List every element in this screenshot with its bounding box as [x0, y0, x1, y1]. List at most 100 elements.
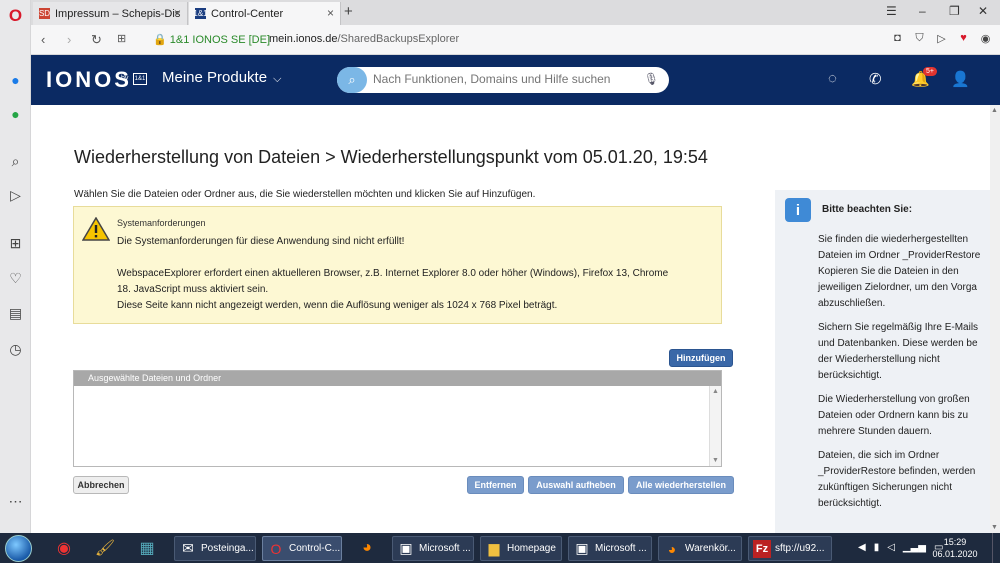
minimize-icon[interactable]: –	[919, 4, 926, 18]
history-clock-icon[interactable]: ◷	[6, 340, 25, 359]
heart-icon[interactable]: ♥	[957, 32, 970, 45]
restore-icon[interactable]: ❐	[949, 4, 960, 18]
back-icon[interactable]: ‹	[41, 32, 45, 47]
tabs-grid-icon[interactable]: ⊞	[117, 32, 126, 45]
info-line: Sie finden die wiederhergestellten	[818, 234, 969, 245]
firefox-app-icon: ◕	[667, 540, 677, 557]
speed-dial-icon[interactable]: ⊞	[6, 234, 25, 253]
taskbar-app-microsoft-1[interactable]: ▣ Microsoft ...	[392, 536, 474, 561]
cancel-button[interactable]: Abbrechen	[73, 476, 129, 494]
close-tab-icon[interactable]: ×	[327, 6, 334, 20]
info-line: zukünftigen Sicherungen nicht	[818, 482, 952, 493]
info-paragraph: Sichern Sie regelmäßig Ihre E-Mails und …	[818, 320, 990, 384]
secure-label-text: 1&1 IONOS SE [DE]	[169, 34, 271, 46]
warning-line: Diese Seite kann nicht angezeigt werden,…	[117, 300, 558, 311]
close-tab-icon[interactable]: ×	[174, 6, 181, 20]
reload-icon[interactable]: ↻	[91, 32, 102, 48]
tray-app-icon[interactable]: ▮	[874, 542, 880, 553]
opera-pinned-icon[interactable]: ◉	[49, 536, 79, 560]
mail-app-icon: ✉	[182, 540, 194, 556]
info-line: mehrere Stunden dauern.	[818, 426, 932, 437]
taskbar-app-homepage[interactable]: ▆ Homepage	[480, 536, 562, 561]
paint-pinned-icon[interactable]: 🖌	[90, 536, 120, 560]
taskbar-app-label: sftp://u92...	[775, 543, 825, 554]
url-field[interactable]: mein.ionos.de/SharedBackupsExplorer	[269, 33, 459, 45]
tab-control-center[interactable]: 1&1 Control-Center ×	[189, 2, 341, 25]
opera-menu-icon[interactable]: O	[6, 6, 25, 25]
messenger-icon[interactable]: ●	[6, 70, 25, 89]
url-domain: mein.ionos.de	[269, 33, 338, 45]
logo-by: by	[121, 75, 129, 82]
flow-send-icon[interactable]: ▷	[935, 32, 948, 45]
info-line: Dateien oder Ordnern kann bis zu	[818, 410, 969, 421]
info-paragraph: Dateien, die sich im Ordner _ProviderRes…	[818, 448, 990, 512]
taskbar-app-filezilla[interactable]: Fz sftp://u92...	[748, 536, 832, 561]
opera-app-icon: O	[270, 540, 282, 557]
info-line: Die Wiederherstellung von großen	[818, 394, 970, 405]
filezilla-app-icon: Fz	[753, 539, 771, 558]
search-icon[interactable]: ⌕	[337, 67, 367, 93]
account-icon[interactable]: ◉	[979, 32, 992, 45]
address-bar: ‹ › ↻ ⊞ 🔒 1&1 IONOS SE [DE] mein.ionos.d…	[31, 25, 1000, 55]
taskbar-app-opera[interactable]: O Control-C...	[262, 536, 342, 561]
scroll-down-icon[interactable]: ▼	[712, 457, 719, 464]
window-close-icon[interactable]: ✕	[978, 4, 988, 18]
warning-icon	[82, 217, 110, 241]
more-icon[interactable]: ⋯	[6, 492, 25, 511]
user-icon[interactable]: 👤	[951, 70, 970, 88]
taskbar-app-label: Warenkör...	[685, 543, 736, 554]
new-tab-button[interactable]: +	[344, 3, 353, 20]
scroll-up-icon[interactable]: ▲	[712, 388, 719, 395]
bookmarks-heart-icon[interactable]: ♡	[6, 269, 25, 288]
tab-label: Impressum – Schepis-Disco	[55, 7, 180, 20]
tray-arrow-icon[interactable]: ◀	[858, 542, 866, 553]
refresh-icon[interactable]: ◌	[828, 70, 837, 87]
phone-icon[interactable]: ✆	[869, 70, 882, 88]
info-line: der Wiederherstellung nicht	[818, 354, 940, 365]
network-icon[interactable]: ▁▃▅	[903, 542, 926, 553]
products-label: Meine Produkte	[162, 69, 268, 86]
scroll-down-icon[interactable]: ▼	[991, 524, 998, 531]
taskbar-app-label: Microsoft ...	[419, 543, 471, 554]
page-scrollbar[interactable]: ▲ ▼	[990, 105, 1000, 533]
scroll-up-icon[interactable]: ▲	[991, 107, 998, 114]
add-button[interactable]: Hinzufügen	[669, 349, 733, 367]
camera-icon[interactable]: ◘	[891, 32, 904, 45]
firefox-pinned-icon[interactable]: ◕	[352, 536, 382, 560]
my-products-menu[interactable]: Meine Produkte ⌵	[162, 69, 281, 86]
list-scrollbar[interactable]: ▲ ▼	[709, 386, 721, 466]
microphone-icon[interactable]: 🎙	[644, 72, 659, 86]
show-desktop-button[interactable]	[992, 533, 1000, 563]
vpn-shield-icon[interactable]: ⛉	[913, 32, 926, 45]
secure-connection-label[interactable]: 🔒 1&1 IONOS SE [DE]	[153, 33, 270, 46]
whatsapp-icon[interactable]: ●	[6, 104, 25, 123]
page-title: Wiederherstellung von Dateien > Wiederhe…	[74, 147, 708, 167]
forward-icon[interactable]: ›	[67, 32, 71, 47]
news-icon[interactable]: ▤	[6, 304, 25, 323]
info-line: berücksichtigt.	[818, 370, 882, 381]
restore-all-button[interactable]: Alle wiederherstellen	[628, 476, 734, 494]
send-icon[interactable]: ▷	[6, 186, 25, 205]
tools-pinned-icon[interactable]: ▦	[132, 536, 162, 560]
url-path: /SharedBackupsExplorer	[337, 33, 460, 45]
search-input[interactable]	[373, 72, 643, 86]
taskbar-app-firefox[interactable]: ◕ Warenkör...	[658, 536, 742, 561]
search-icon[interactable]: ⌕	[6, 152, 25, 171]
notification-badge: 5+	[923, 67, 937, 76]
info-line: _ProviderRestore befinden, werden	[818, 466, 976, 477]
start-button[interactable]	[5, 535, 32, 562]
system-requirements-warning: Systemanforderungen Die Systemanforderun…	[73, 206, 722, 324]
chevron-down-icon: ⌵	[273, 73, 282, 85]
tab-impressum[interactable]: SD Impressum – Schepis-Disco ×	[33, 2, 188, 25]
volume-icon[interactable]: ◁	[887, 542, 895, 553]
tab-menu-icon[interactable]: ☰	[886, 4, 897, 18]
info-title: Bitte beachten Sie:	[822, 204, 913, 215]
clock[interactable]: 15:29 06.01.2020	[930, 536, 980, 560]
remove-button[interactable]: Entfernen	[467, 476, 524, 494]
selected-files-list[interactable]: Ausgewählte Dateien und Ordner ▲ ▼	[73, 370, 722, 467]
taskbar-app-mail[interactable]: ✉ Posteinga...	[174, 536, 256, 561]
taskbar-app-microsoft-2[interactable]: ▣ Microsoft ...	[568, 536, 652, 561]
ionos-logo[interactable]: IONOS	[46, 67, 132, 93]
deselect-button[interactable]: Auswahl aufheben	[528, 476, 624, 494]
tab-label: Control-Center	[211, 7, 284, 20]
